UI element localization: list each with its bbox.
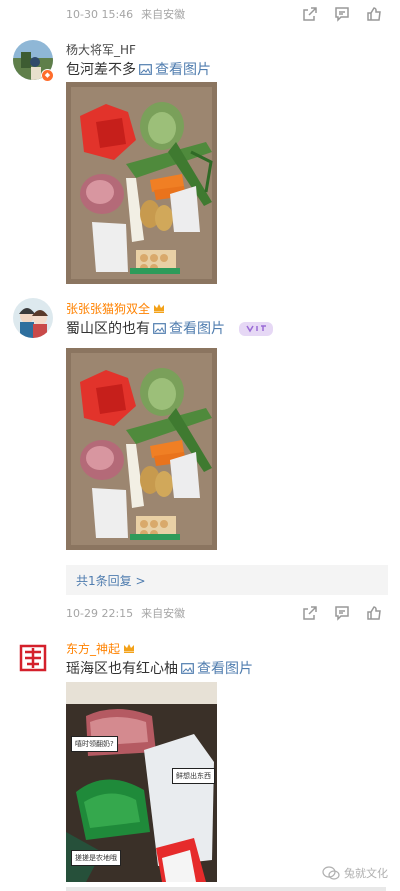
image-icon bbox=[153, 322, 166, 334]
comment-username[interactable]: 杨大将军_HF bbox=[66, 41, 136, 58]
comment-meta-row: 10-29 22:15 来自安徽 bbox=[66, 600, 390, 626]
watermark: 兔就文化 bbox=[322, 865, 388, 881]
comment-meta-row: 10-30 15:46 来自安徽 bbox=[66, 1, 390, 27]
like-button[interactable] bbox=[358, 600, 390, 626]
reply-button[interactable] bbox=[326, 1, 358, 27]
share-button[interactable] bbox=[294, 1, 326, 27]
comment-actions bbox=[294, 600, 390, 626]
comment-text-row: 蜀山区的也有 查看图片 bbox=[66, 318, 277, 338]
couple-avatar-image bbox=[13, 298, 53, 338]
comment-source: 来自安徽 bbox=[141, 8, 186, 21]
crown-icon bbox=[124, 644, 135, 653]
comment-text-row: 瑶海区也有红心柚 查看图片 bbox=[66, 658, 253, 678]
view-image-link[interactable]: 查看图片 bbox=[153, 318, 225, 338]
view-image-link[interactable]: 查看图片 bbox=[139, 59, 211, 79]
sticker-label: 嘻时领翻奶? bbox=[71, 736, 118, 752]
like-button[interactable] bbox=[358, 1, 390, 27]
red-seal-avatar-image bbox=[13, 638, 53, 678]
comment-actions bbox=[294, 1, 390, 27]
reply-button[interactable] bbox=[326, 600, 358, 626]
view-image-label: 查看图片 bbox=[169, 321, 225, 337]
sticker-label: 鲜想出东西 bbox=[172, 768, 215, 784]
watermark-text: 兔就文化 bbox=[344, 867, 388, 880]
verified-badge: ◆ bbox=[41, 69, 54, 82]
sticker-icon bbox=[239, 322, 273, 336]
view-image-label: 查看图片 bbox=[197, 661, 253, 677]
sticker-label: 搓搓是农地哦 bbox=[71, 850, 121, 866]
view-image-label: 查看图片 bbox=[155, 62, 211, 78]
comment-text: 蜀山区的也有 bbox=[66, 321, 150, 337]
groceries-photo bbox=[66, 348, 217, 550]
thumbs-up-icon bbox=[367, 7, 381, 21]
groceries-photo bbox=[66, 82, 217, 284]
share-icon bbox=[303, 7, 317, 21]
view-image-link[interactable]: 查看图片 bbox=[181, 658, 253, 678]
comment-time: 10-29 22:15 bbox=[66, 606, 134, 620]
comment-icon bbox=[335, 7, 349, 22]
comment-time: 10-30 15:46 bbox=[66, 7, 134, 21]
image-icon bbox=[139, 63, 152, 75]
comment-source: 来自安徽 bbox=[141, 607, 186, 620]
comment-photo[interactable] bbox=[66, 348, 217, 550]
share-button[interactable] bbox=[294, 600, 326, 626]
reply-summary[interactable]: 共1条回复 > bbox=[66, 565, 388, 595]
comment-username[interactable]: 张张张猫狗双全 bbox=[66, 300, 165, 317]
comment-icon bbox=[335, 606, 349, 621]
comment-username-label: 东方_神起 bbox=[66, 642, 121, 656]
image-icon bbox=[181, 662, 194, 674]
share-icon bbox=[303, 606, 317, 620]
user-avatar[interactable] bbox=[13, 638, 53, 678]
user-avatar[interactable] bbox=[13, 298, 53, 338]
crown-icon bbox=[154, 304, 165, 313]
comment-text-row: 包河差不多 查看图片 bbox=[66, 59, 211, 79]
comment-text: 包河差不多 bbox=[66, 62, 136, 78]
wechat-icon bbox=[322, 866, 340, 880]
comment-text: 瑶海区也有红心柚 bbox=[66, 661, 178, 677]
bottom-gradient bbox=[66, 887, 386, 891]
comment-username-label: 张张张猫狗双全 bbox=[66, 302, 151, 316]
reply-summary-label: 共1条回复 > bbox=[76, 573, 146, 588]
thumbs-up-icon bbox=[367, 606, 381, 620]
comment-photo[interactable] bbox=[66, 82, 217, 284]
comment-username[interactable]: 东方_神起 bbox=[66, 640, 135, 657]
comment-photo[interactable]: 嘻时领翻奶? 鲜想出东西 搓搓是农地哦 bbox=[66, 682, 217, 882]
